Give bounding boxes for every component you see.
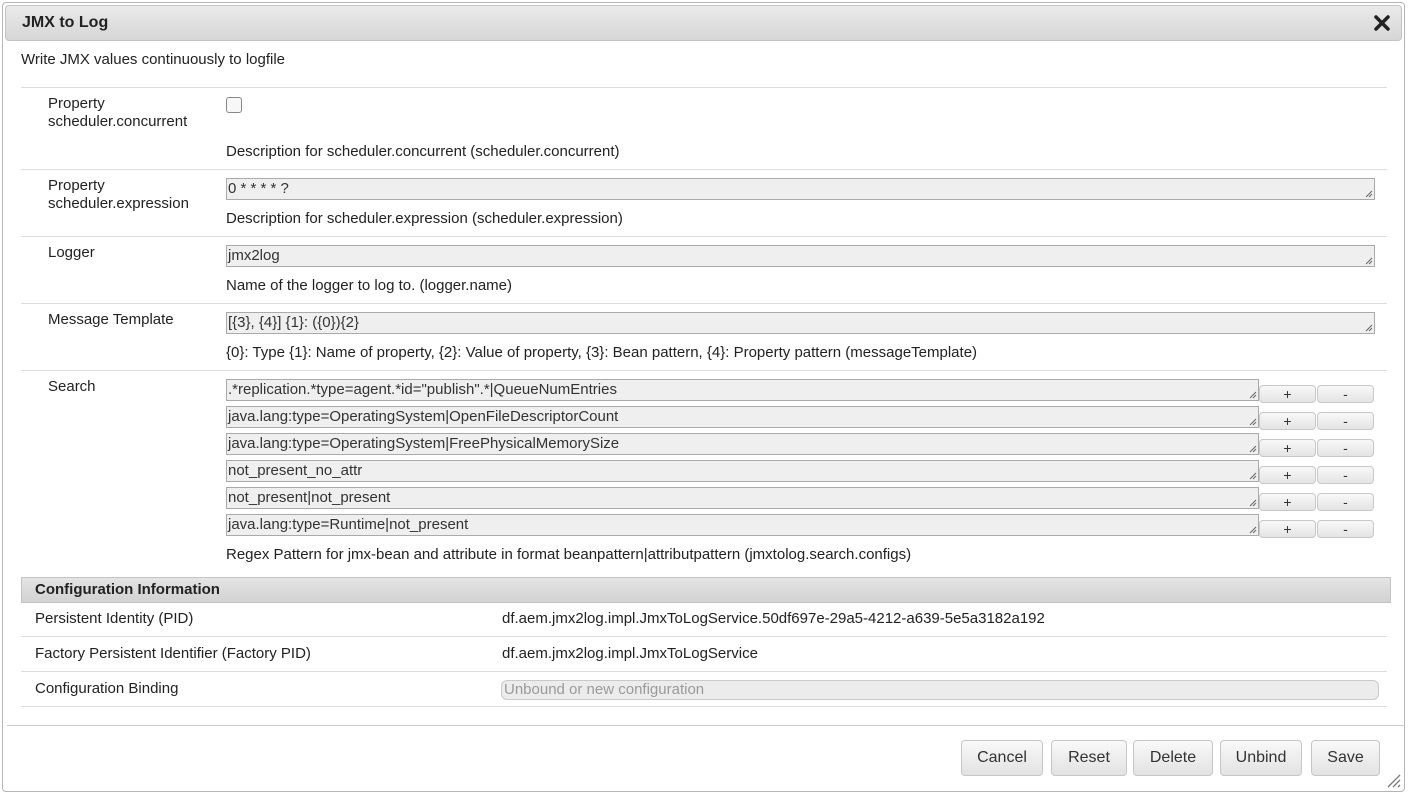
field-value: 0 * * * * ? [228,180,289,197]
resize-grip-icon[interactable] [1249,445,1257,453]
resize-grip-icon[interactable] [1249,391,1257,399]
config-row-binding: Configuration Binding Unbound or new con… [21,672,1387,707]
resize-grip-icon[interactable] [1249,418,1257,426]
cancel-button[interactable]: Cancel [961,740,1043,776]
factory-pid-value: df.aem.jmx2log.impl.JmxToLogService [502,645,758,662]
add-search-entry-button[interactable]: + [1259,385,1316,403]
resize-grip-icon[interactable] [1249,526,1257,534]
property-description: Name of the logger to log to. (logger.na… [226,277,512,294]
field-value: java.lang:type=Runtime|not_present [228,516,469,533]
pid-label: Persistent Identity (PID) [35,610,194,627]
resize-grip-icon[interactable] [1365,324,1373,332]
config-dialog: JMX to Log Write JMX values continuously… [2,2,1405,792]
remove-search-entry-button[interactable]: - [1317,493,1374,511]
field-value: .*replication.*type=agent.*id="publish".… [228,381,617,398]
search-entry-field[interactable]: not_present_no_attr [226,460,1259,482]
add-search-entry-button[interactable]: + [1259,439,1316,457]
remove-search-entry-button[interactable]: - [1317,520,1374,538]
remove-search-entry-button[interactable]: - [1317,466,1374,484]
add-search-entry-button[interactable]: + [1259,493,1316,511]
binding-select[interactable]: Unbound or new configuration [501,680,1379,700]
search-entry-field[interactable]: java.lang:type=Runtime|not_present [226,514,1259,536]
delete-button[interactable]: Delete [1133,740,1213,776]
property-description: Regex Pattern for jmx-bean and attribute… [226,546,912,563]
field-value: java.lang:type=OperatingSystem|OpenFileD… [228,408,619,425]
property-row-logger: Logger jmx2log Name of the logger to log… [21,236,1387,303]
search-entry-field[interactable]: java.lang:type=OperatingSystem|OpenFileD… [226,406,1259,428]
property-description: Description for scheduler.expression (sc… [226,210,623,227]
field-value: java.lang:type=OperatingSystem|FreePhysi… [228,435,620,452]
logger-field[interactable]: jmx2log [226,245,1375,267]
unbind-button[interactable]: Unbind [1220,740,1302,776]
field-value: not_present|not_present [228,489,391,506]
property-row-concurrent: Property scheduler.concurrent Descriptio… [21,87,1387,169]
property-label: Property scheduler.concurrent [48,95,188,130]
template-field[interactable]: [{3}, {4}] {1}: ({0}){2} [226,312,1375,334]
property-row-expression: Property scheduler.expression 0 * * * * … [21,169,1387,236]
reset-button[interactable]: Reset [1051,740,1127,776]
resize-grip-icon[interactable] [1365,257,1373,265]
property-description: Description for scheduler.concurrent (sc… [226,143,620,160]
property-label: Message Template [48,311,174,328]
resize-grip-icon[interactable] [1365,190,1373,198]
config-info-title: Configuration Information [35,581,220,598]
factory-pid-label: Factory Persistent Identifier (Factory P… [35,645,311,662]
binding-label: Configuration Binding [35,680,179,697]
close-icon[interactable] [1371,12,1393,34]
config-info-header: Configuration Information [21,577,1391,603]
concurrent-checkbox[interactable] [226,97,242,113]
add-search-entry-button[interactable]: + [1259,520,1316,538]
dialog-description: Write JMX values continuously to logfile [21,51,286,68]
dialog-titlebar[interactable]: JMX to Log [5,5,1402,41]
search-entry-field[interactable]: .*replication.*type=agent.*id="publish".… [226,379,1259,401]
config-row-pid: Persistent Identity (PID) df.aem.jmx2log… [21,602,1387,637]
resize-grip-icon[interactable] [1249,472,1257,480]
property-description: {0}: Type {1}: Name of property, {2}: Va… [226,344,978,361]
remove-search-entry-button[interactable]: - [1317,439,1374,457]
add-search-entry-button[interactable]: + [1259,412,1316,430]
resize-handle-icon[interactable] [1385,772,1401,788]
property-row-search: Search .*replication.*type=agent.*id="pu… [21,370,1387,574]
remove-search-entry-button[interactable]: - [1317,385,1374,403]
property-label: Property scheduler.expression [48,177,189,212]
dialog-title: JMX to Log [22,14,109,31]
footer-divider [7,725,1405,726]
pid-value: df.aem.jmx2log.impl.JmxToLogService.50df… [502,610,1045,627]
save-button[interactable]: Save [1311,740,1380,776]
config-row-factory-pid: Factory Persistent Identifier (Factory P… [21,637,1387,672]
field-value: [{3}, {4}] {1}: ({0}){2} [228,314,359,331]
expression-field[interactable]: 0 * * * * ? [226,178,1375,200]
property-row-template: Message Template [{3}, {4}] {1}: ({0}){2… [21,303,1387,370]
add-search-entry-button[interactable]: + [1259,466,1316,484]
property-label: Logger [48,244,95,261]
field-value: jmx2log [228,247,280,264]
search-entry-field[interactable]: java.lang:type=OperatingSystem|FreePhysi… [226,433,1259,455]
properties-table: Property scheduler.concurrent Descriptio… [21,87,1387,574]
field-value: not_present_no_attr [228,462,363,479]
remove-search-entry-button[interactable]: - [1317,412,1374,430]
property-label: Search [48,378,96,395]
resize-grip-icon[interactable] [1249,499,1257,507]
search-entry-field[interactable]: not_present|not_present [226,487,1259,509]
